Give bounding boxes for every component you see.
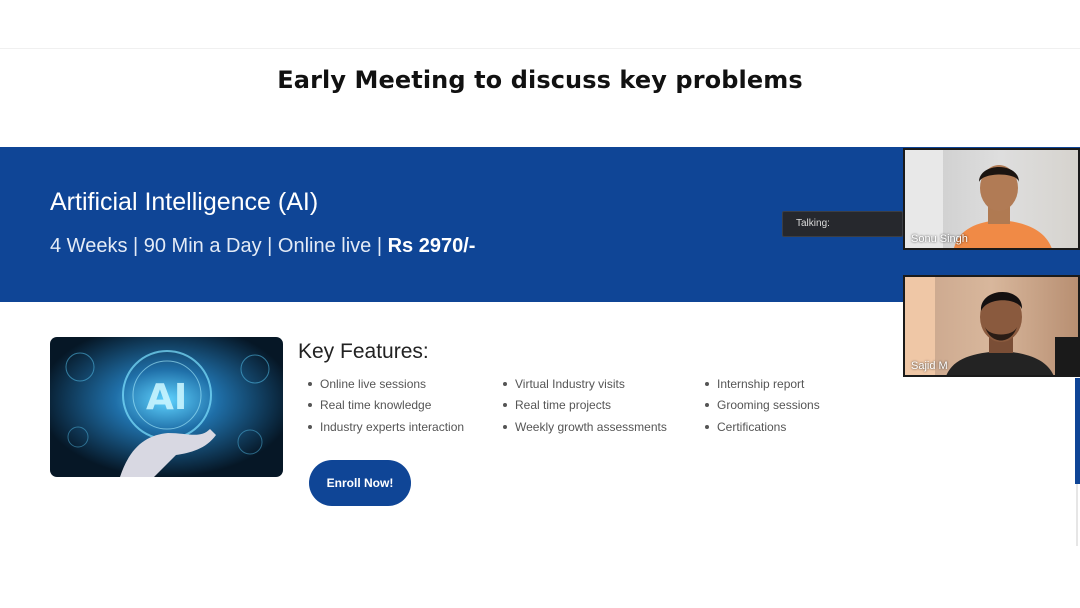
features-list: Internship report Grooming sessions Cert… [701,375,820,439]
feature-item: Certifications [701,418,820,439]
features-heading: Key Features: [298,340,429,363]
scroll-edge [1076,484,1078,546]
course-title: Artificial Intelligence (AI) [50,188,319,216]
ai-hand-hologram-image: AI [50,337,283,477]
course-meta-text: 4 Weeks | 90 Min a Day | Online live | [50,235,388,257]
enroll-now-button[interactable]: Enroll Now! [309,460,411,506]
participant-name: Sonu Singh [911,233,968,245]
talking-indicator: Talking: [782,211,903,237]
participant-video-tile[interactable]: Sajid M [903,275,1080,377]
slide-title: Early Meeting to discuss key problems [277,66,803,94]
course-price: Rs 2970/- [387,235,476,257]
features-list: Online live sessions Real time knowledge… [304,375,464,439]
screen: Early Meeting to discuss key problems Ar… [0,0,1080,608]
feature-item: Real time projects [499,396,667,417]
feature-item: Grooming sessions [701,396,820,417]
participant-name: Sajid M [911,360,948,372]
feature-item: Real time knowledge [304,396,464,417]
scroll-edge [1075,378,1080,484]
feature-item: Weekly growth assessments [499,418,667,439]
feature-item: Online live sessions [304,375,464,396]
feature-item: Virtual Industry visits [499,375,667,396]
features-list: Virtual Industry visits Real time projec… [499,375,667,439]
feature-item: Industry experts interaction [304,418,464,439]
course-meta: 4 Weeks | 90 Min a Day | Online live | R… [50,235,475,258]
svg-text:AI: AI [146,377,187,418]
feature-item: Internship report [701,375,820,396]
participant-video-tile[interactable]: Sonu Singh [903,148,1080,250]
divider [0,48,1080,49]
